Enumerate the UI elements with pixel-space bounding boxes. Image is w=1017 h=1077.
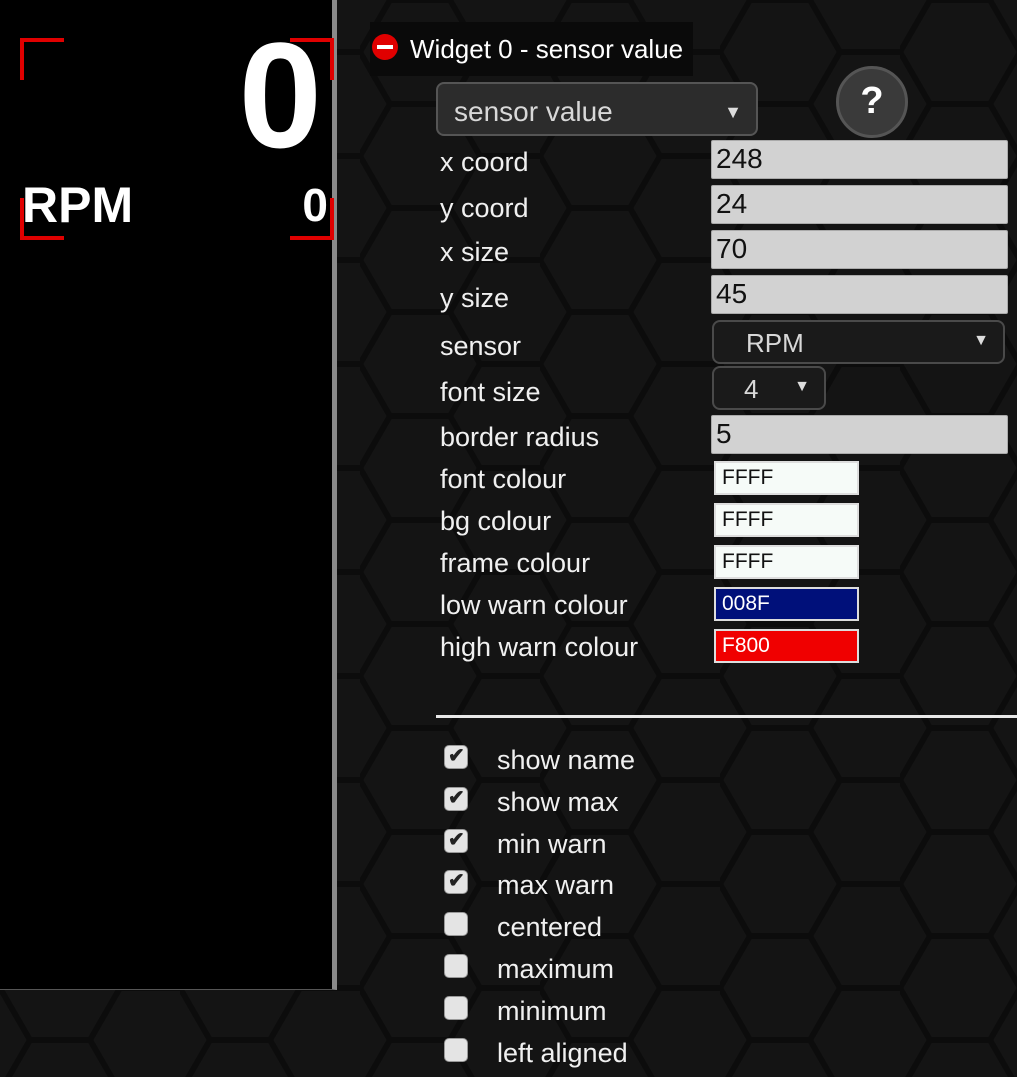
option-label: minimum — [497, 995, 607, 1026]
y-size-input[interactable]: 45 — [711, 275, 1008, 314]
option-label: maximum — [497, 954, 615, 984]
high-warn-colour-input[interactable]: F800 — [714, 629, 859, 663]
sensor-value-display: 0 — [238, 11, 322, 179]
frame-corner-top-left — [20, 38, 64, 80]
widget-preview-panel: 0 RPM 0 — [0, 0, 337, 990]
checkmark-icon: ✔ — [448, 870, 465, 893]
x-size-label: x size — [440, 237, 510, 267]
x-size-input[interactable]: 70 — [711, 230, 1008, 269]
font-size-label: font size — [440, 377, 541, 407]
option-checkbox[interactable] — [444, 995, 468, 1020]
font-colour-label: font colour — [440, 464, 567, 494]
sensor-select[interactable]: RPM ▼ — [712, 320, 1005, 364]
option-label: left aligned — [497, 1037, 628, 1068]
x-coord-label: x coord — [440, 147, 529, 177]
y-coord-input[interactable]: 24 — [711, 185, 1008, 224]
option-checkbox[interactable]: ✔ — [444, 786, 468, 811]
option-checkbox[interactable]: ✔ — [444, 870, 468, 895]
low-warn-colour-label: low warn colour — [440, 590, 628, 620]
option-label: show name — [497, 745, 636, 775]
frame-colour-label: frame colour — [440, 548, 591, 578]
widget-title: Widget 0 - sensor value — [410, 33, 684, 64]
remove-widget-icon[interactable] — [372, 34, 398, 60]
font-size-select[interactable]: 4 ▼ — [712, 366, 826, 410]
option-checkbox[interactable]: ✔ — [444, 745, 468, 769]
bg-colour-input[interactable]: FFFF — [714, 503, 859, 537]
dropdown-arrow-icon: ▼ — [973, 332, 989, 349]
border-radius-label: border radius — [440, 422, 600, 452]
low-warn-colour-input[interactable]: 008F — [714, 587, 859, 621]
widget-header: Widget 0 - sensor value — [370, 22, 694, 76]
checkmark-icon: ✔ — [448, 745, 465, 767]
checkmark-icon: ✔ — [448, 786, 465, 809]
widget-type-value: sensor value — [454, 96, 613, 127]
border-radius-input[interactable]: 5 — [711, 415, 1008, 454]
option-label: min warn — [497, 828, 607, 859]
high-warn-colour-label: high warn colour — [440, 632, 639, 662]
sensor-max-display: 0 — [302, 179, 328, 231]
option-checkbox[interactable] — [444, 1037, 468, 1062]
dropdown-arrow-icon: ▼ — [794, 378, 810, 395]
help-button[interactable]: ? — [836, 66, 908, 138]
option-label: centered — [497, 912, 603, 943]
sensor-label: sensor — [440, 331, 522, 361]
option-checkbox[interactable]: ✔ — [444, 828, 468, 853]
section-divider — [436, 715, 1017, 718]
option-checkbox[interactable] — [444, 912, 468, 937]
sensor-name-display: RPM — [22, 177, 134, 233]
font-colour-input[interactable]: FFFF — [714, 461, 859, 495]
option-checkbox[interactable] — [444, 954, 468, 978]
frame-colour-input[interactable]: FFFF — [714, 545, 859, 579]
widget-type-select[interactable]: sensor value ▼ — [436, 82, 758, 136]
font-size-select-value: 4 — [744, 374, 759, 404]
y-coord-label: y coord — [440, 193, 529, 223]
bg-colour-label: bg colour — [440, 506, 552, 536]
sensor-select-value: RPM — [746, 328, 804, 358]
y-size-label: y size — [440, 283, 510, 313]
x-coord-input[interactable]: 248 — [711, 140, 1008, 179]
option-label: max warn — [497, 870, 615, 901]
checkmark-icon: ✔ — [448, 828, 465, 851]
option-label: show max — [497, 786, 619, 817]
dropdown-arrow-icon: ▼ — [724, 102, 742, 122]
